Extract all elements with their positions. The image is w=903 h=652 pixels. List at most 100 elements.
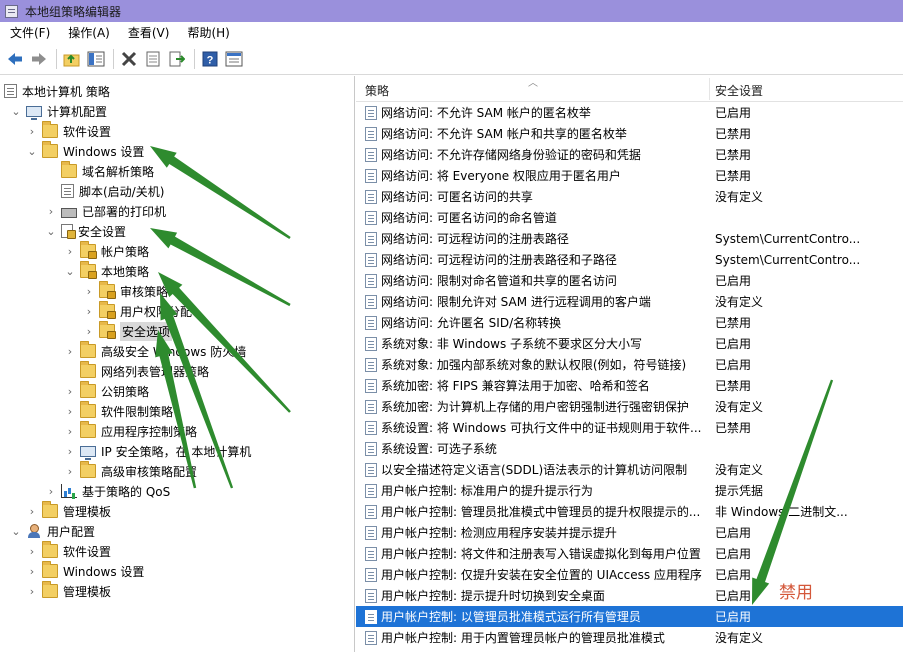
tree-node[interactable]: › 公钥策略 [64,381,149,401]
tree-node[interactable]: ⌄ 安全设置 [45,221,126,241]
table-row[interactable]: 用户帐户控制: 用于内置管理员帐户的管理员批准模式 没有定义 [356,627,903,648]
table-row[interactable]: 网络访问: 允许匿名 SID/名称转换 已禁用 [356,312,903,333]
table-row[interactable]: 用户帐户控制: 管理员批准模式中管理员的提升权限提示的... 非 Windows … [356,501,903,522]
table-row[interactable]: 用户帐户控制: 仅提升安装在安全位置的 UIAccess 应用程序 已启用 [356,564,903,585]
tree-node-label: 用户配置 [47,524,96,539]
table-row[interactable]: 系统设置: 可选子系统 [356,438,903,459]
chevron-down-icon[interactable]: ⌄ [26,145,38,158]
tree-node[interactable]: › 管理模板 [26,501,111,521]
menu-file[interactable]: 文件(F) [0,22,58,44]
table-row[interactable]: 网络访问: 可远程访问的注册表路径 System\CurrentContro... [356,228,903,249]
tree-node[interactable]: ⌄ 计算机配置 [10,101,107,121]
tree-node[interactable]: › 软件设置 [26,121,111,141]
tree-node-label: 域名解析策略 [82,164,155,179]
tree-node[interactable]: › IP 安全策略，在 本地计算机 [64,441,251,461]
tree-node[interactable]: ⌄ 本地策略 [64,261,149,281]
column-divider[interactable] [709,78,710,100]
table-row[interactable]: 以安全描述符定义语言(SDDL)语法表示的计算机访问限制 没有定义 [356,459,903,480]
table-row[interactable]: 用户帐户控制: 标准用户的提升提示行为 提示凭据 [356,480,903,501]
table-row[interactable]: 网络访问: 不允许 SAM 帐户和共享的匿名枚举 已禁用 [356,123,903,144]
view-pane-icon[interactable] [223,48,245,70]
chevron-right-icon[interactable]: › [26,545,38,558]
chevron-right-icon[interactable]: › [26,585,38,598]
chevron-down-icon[interactable]: ⌄ [10,525,22,538]
table-row[interactable]: 网络访问: 可匿名访问的共享 没有定义 [356,186,903,207]
tree-node-label: 本地计算机 策略 [22,84,110,99]
policy-list[interactable]: ︿ 策略 安全设置 网络访问: 不允许 SAM 帐户的匿名枚举 已启用 网络访问: … [356,76,903,652]
properties-icon[interactable] [142,48,164,70]
chevron-right-icon[interactable]: › [26,125,38,138]
chevron-right-icon[interactable]: › [45,485,57,498]
tree-node[interactable]: 脚本(启动/关机) [45,181,164,201]
table-row[interactable]: 系统对象: 非 Windows 子系统不要求区分大小写 已启用 [356,333,903,354]
table-row[interactable]: 系统设置: 将 Windows 可执行文件中的证书规则用于软件... 已禁用 [356,417,903,438]
chevron-right-icon[interactable]: › [26,565,38,578]
tree-node[interactable]: › Windows 设置 [26,561,144,581]
tree-node[interactable]: 本地计算机 策略 [4,81,110,101]
tree-node[interactable]: › 帐户策略 [64,241,149,261]
column-setting-header[interactable]: 安全设置 [715,82,763,99]
column-policy-header[interactable]: 策略 [365,82,389,99]
chevron-right-icon[interactable]: › [64,445,76,458]
chevron-right-icon[interactable]: › [64,405,76,418]
table-row[interactable]: 网络访问: 限制对命名管道和共享的匿名访问 已启用 [356,270,903,291]
chevron-right-icon[interactable]: › [64,425,76,438]
chevron-down-icon[interactable]: ⌄ [64,265,76,278]
tree-node[interactable]: › 已部署的打印机 [45,201,166,221]
table-row[interactable]: 网络访问: 可远程访问的注册表路径和子路径 System\CurrentContr… [356,249,903,270]
show-hide-tree-icon[interactable] [85,48,107,70]
tree-node[interactable]: ⌄ Windows 设置 [26,141,144,161]
chevron-right-icon[interactable]: › [64,245,76,258]
tree-node[interactable]: › 用户权限分配 [83,301,192,321]
chevron-right-icon[interactable]: › [45,205,57,218]
table-row[interactable]: 网络访问: 限制允许对 SAM 进行远程调用的客户端 没有定义 [356,291,903,312]
chevron-right-icon[interactable]: › [83,325,95,338]
chevron-right-icon[interactable]: › [64,465,76,478]
tree-node[interactable]: › 管理模板 [26,581,111,601]
menu-help[interactable]: 帮助(H) [177,22,237,44]
delete-icon[interactable] [118,48,140,70]
tree-node[interactable]: › 应用程序控制策略 [64,421,197,441]
policy-setting: 已启用 [715,337,752,351]
chevron-right-icon[interactable]: › [26,505,38,518]
table-row[interactable]: 网络访问: 可匿名访问的命名管道 [356,207,903,228]
menu-view[interactable]: 查看(V) [118,22,178,44]
tree-node-label: 用户权限分配 [120,304,193,319]
tree-node[interactable]: › 高级审核策略配置 [64,461,197,481]
table-row[interactable]: 网络访问: 不允许 SAM 帐户的匿名枚举 已启用 [356,102,903,123]
menu-action[interactable]: 操作(A) [58,22,118,44]
tree-node[interactable]: › 审核策略 [83,281,168,301]
tree-node[interactable]: ⌄ 用户配置 [10,521,95,541]
help-icon[interactable]: ? [199,48,221,70]
chevron-down-icon[interactable]: ⌄ [10,105,22,118]
table-row[interactable]: 用户帐户控制: 提示提升时切换到安全桌面 已启用 [356,585,903,606]
chevron-right-icon[interactable]: › [64,345,76,358]
policy-name: 用户帐户控制: 将文件和注册表写入错误虚拟化到每用户位置 [381,547,701,561]
back-icon[interactable] [4,48,26,70]
chevron-right-icon[interactable]: › [83,305,95,318]
policy-icon [365,252,377,267]
chevron-right-icon[interactable]: › [64,385,76,398]
console-tree[interactable]: 本地计算机 策略 ⌄ 计算机配置 › 软件设置 ⌄ Windows 设置 域名解析策略 脚本(启… [0,76,355,652]
table-row[interactable]: 网络访问: 不允许存储网络身份验证的密码和凭据 已禁用 [356,144,903,165]
table-row[interactable]: 用户帐户控制: 以管理员批准模式运行所有管理员 已启用 [356,606,903,627]
chevron-right-icon[interactable]: › [83,285,95,298]
forward-icon[interactable] [28,48,50,70]
tree-node[interactable]: › 基于策略的 QoS [45,481,170,501]
policy-setting: 没有定义 [715,400,764,414]
table-row[interactable]: 系统加密: 将 FIPS 兼容算法用于加密、哈希和签名 已禁用 [356,375,903,396]
table-row[interactable]: 网络访问: 将 Everyone 权限应用于匿名用户 已禁用 [356,165,903,186]
chevron-down-icon[interactable]: ⌄ [45,225,57,238]
tree-node[interactable]: 网络列表管理器策略 [64,361,209,381]
table-row[interactable]: 用户帐户控制: 将文件和注册表写入错误虚拟化到每用户位置 已启用 [356,543,903,564]
tree-node[interactable]: › 高级安全 Windows 防火墙 [64,341,246,361]
up-folder-icon[interactable] [61,48,83,70]
table-row[interactable]: 系统加密: 为计算机上存储的用户密钥强制进行强密钥保护 没有定义 [356,396,903,417]
export-icon[interactable] [166,48,188,70]
tree-node[interactable]: 域名解析策略 [45,161,154,181]
table-row[interactable]: 系统对象: 加强内部系统对象的默认权限(例如，符号链接) 已启用 [356,354,903,375]
tree-node[interactable]: › 安全选项 [83,321,173,341]
table-row[interactable]: 用户帐户控制: 检测应用程序安装并提示提升 已启用 [356,522,903,543]
tree-node[interactable]: › 软件设置 [26,541,111,561]
tree-node[interactable]: › 软件限制策略 [64,401,173,421]
